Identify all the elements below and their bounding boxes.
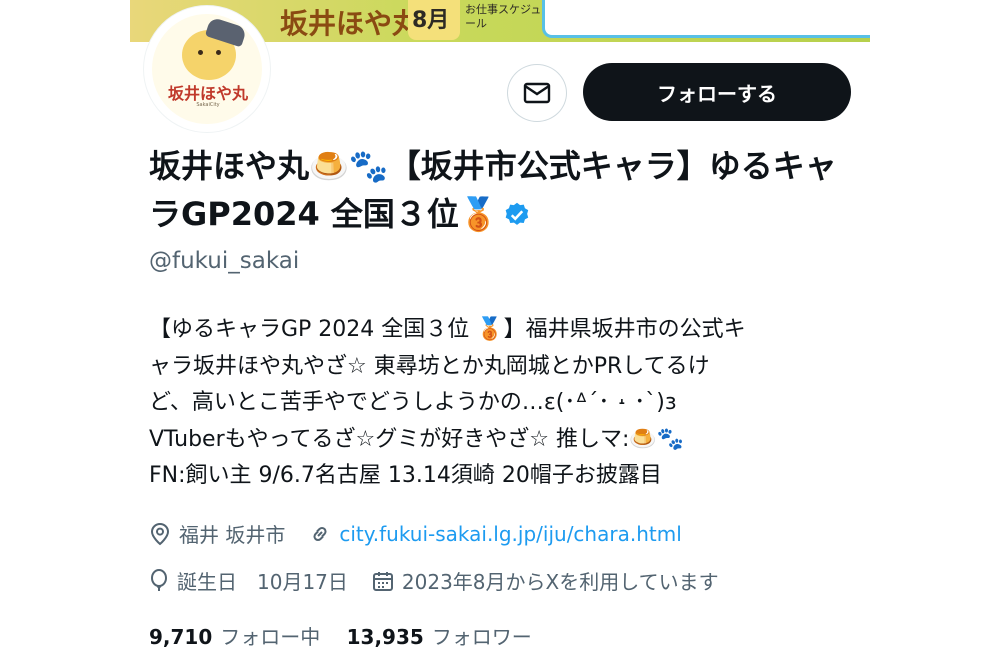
- bio-line: ど、高いとこ苦手やでどうしようかの…ε(･ᐞ´･ ˔ ･`)з: [149, 390, 677, 415]
- user-handle: @fukui_sakai: [149, 248, 300, 274]
- website[interactable]: city.fukui-sakai.lg.jp/iju/chara.html: [309, 522, 682, 546]
- avatar-logo: 坂井ほや丸: [167, 84, 248, 103]
- location-pin-icon: [150, 522, 170, 545]
- profile-meta-row: 福井 坂井市 city.fukui-sakai.lg.jp/iju/chara.…: [149, 519, 706, 548]
- following-label: フォロー中: [220, 625, 321, 649]
- mascot-eye: [198, 50, 203, 55]
- website-link[interactable]: city.fukui-sakai.lg.jp/iju/chara.html: [339, 522, 681, 546]
- message-button[interactable]: [507, 64, 567, 122]
- following-link[interactable]: 9,710 フォロー中: [149, 625, 320, 649]
- banner-month: 8月: [412, 8, 450, 33]
- location: 福井 坂井市: [149, 519, 285, 548]
- birthday-text: 誕生日 10月17日: [177, 570, 348, 594]
- avatar[interactable]: 坂井ほや丸 SakaiCity: [144, 6, 270, 132]
- join-date: 2023年8月からXを利用しています: [372, 566, 719, 595]
- followers-count: 13,935: [346, 625, 424, 649]
- followers-label: フォロワー: [431, 625, 532, 649]
- bio-line: VTuberもやってるざ☆グミが好きやざ☆ 推しマ:🍮🐾: [149, 426, 685, 452]
- follow-stats: 9,710 フォロー中 13,935 フォロワー: [149, 621, 552, 650]
- bio-line: 【ゆるキャラGP 2024 全国３位 🥉】福井県坂井市の公式キ: [149, 317, 746, 342]
- banner-title: 坂井ほや丸: [280, 7, 421, 40]
- link-icon: [313, 526, 327, 541]
- balloon-icon: [151, 568, 167, 591]
- banner-subtitle: お仕事スケジュール: [465, 3, 542, 30]
- envelope-icon: [523, 82, 551, 104]
- follow-button[interactable]: フォローする: [583, 63, 851, 121]
- mascot-eye: [216, 50, 221, 55]
- banner-frame: [542, 0, 870, 38]
- birthday: 誕生日 10月17日: [149, 566, 348, 595]
- display-name: 坂井ほや丸🍮🐾【坂井市公式キャラ】ゆるキャラGP2024 全国３位🥉: [149, 142, 849, 238]
- profile-meta-row: 誕生日 10月17日 2023年8月からXを利用しています: [149, 566, 743, 595]
- bio-line: FN:飼い主 9/6.7名古屋 13.14須崎 20帽子お披露目: [149, 463, 662, 488]
- location-text: 福井 坂井市: [179, 523, 286, 547]
- following-count: 9,710: [149, 625, 213, 649]
- bio-line: ャラ坂井ほや丸やざ☆ 東尋坊とか丸岡城とかPRしてるけ: [149, 353, 710, 379]
- avatar-image: 坂井ほや丸 SakaiCity: [152, 14, 262, 124]
- join-date-text: 2023年8月からXを利用しています: [401, 570, 719, 594]
- followers-link[interactable]: 13,935 フォロワー: [347, 625, 532, 649]
- calendar-icon: [372, 571, 393, 591]
- profile-bio: 【ゆるキャラGP 2024 全国３位 🥉】福井県坂井市の公式キ ャラ坂井ほや丸や…: [149, 312, 859, 495]
- verified-badge-icon[interactable]: [503, 201, 531, 229]
- avatar-caption: SakaiCity: [196, 102, 220, 108]
- display-name-text: 坂井ほや丸🍮🐾【坂井市公式キャラ】ゆるキャラGP2024 全国３位🥉: [149, 147, 837, 233]
